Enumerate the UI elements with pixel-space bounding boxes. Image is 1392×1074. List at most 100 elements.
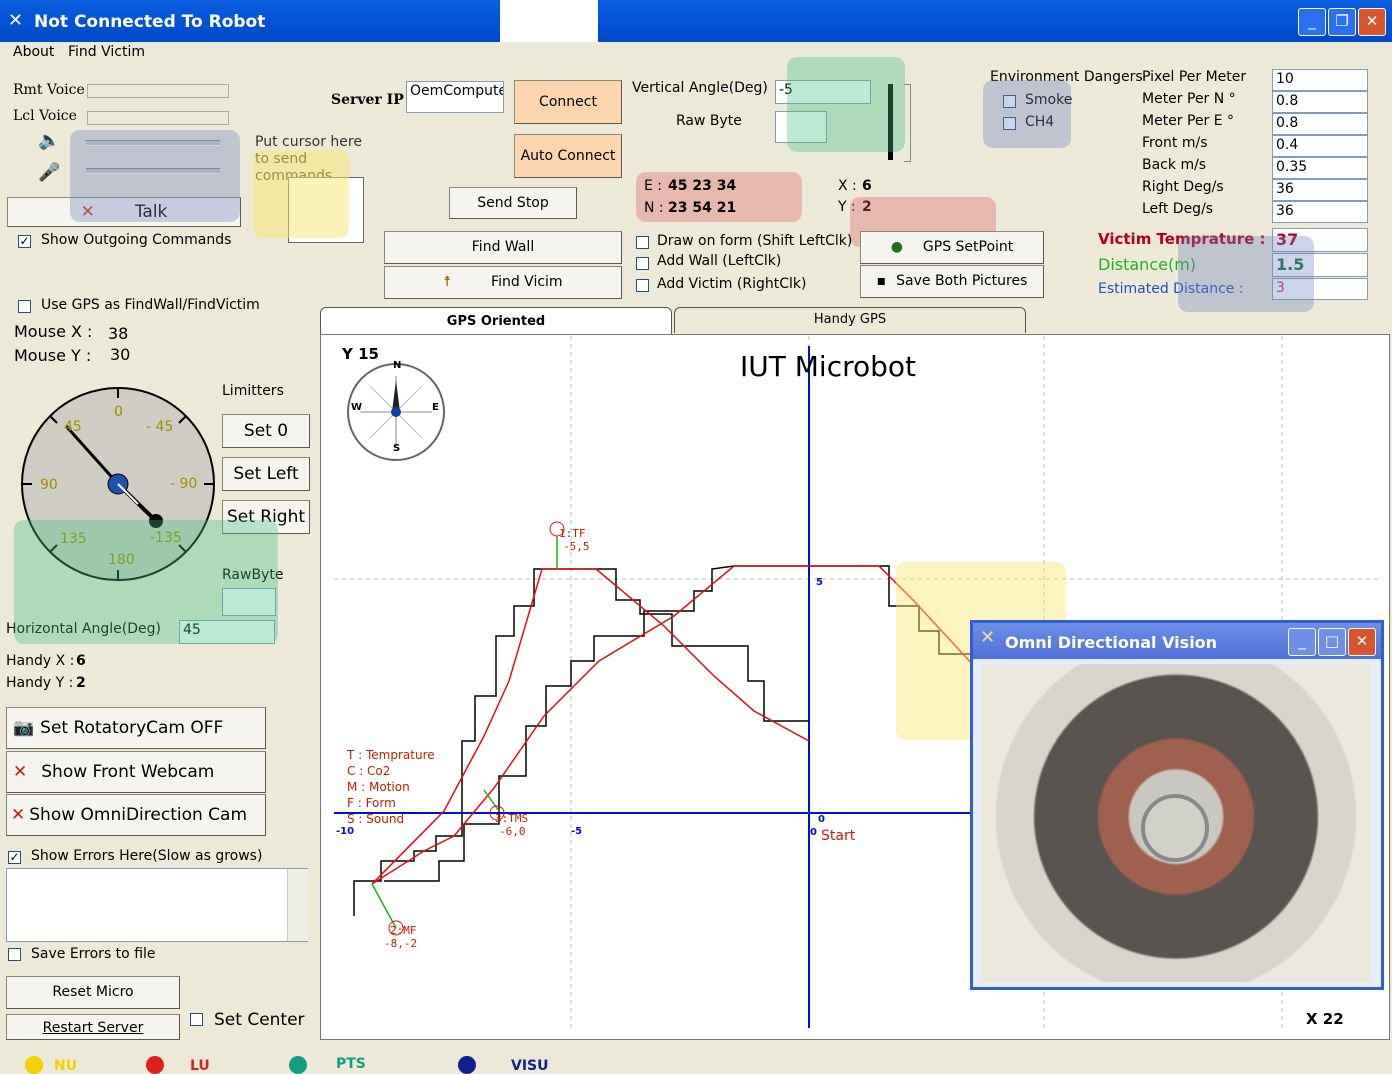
omni-cam-off-icon: ✕ [11, 805, 26, 825]
add-wall-checkbox[interactable] [636, 257, 649, 270]
globe-icon: ● [890, 239, 903, 255]
add-wall-label: Add Wall (LeftClk) [657, 253, 782, 269]
reset-micro-button[interactable]: Reset Micro [6, 976, 180, 1009]
param-input-5[interactable]: 36 [1272, 179, 1368, 201]
front-webcam-button[interactable]: ✕ Show Front Webcam [6, 751, 266, 793]
omni-minimize-icon[interactable]: _ [1288, 628, 1316, 656]
server-ip-input[interactable]: OemComputer [406, 81, 504, 113]
errors-scrollbar[interactable] [287, 869, 308, 941]
tab-gps-oriented[interactable]: GPS Oriented [320, 307, 672, 337]
compass-w: W [351, 402, 363, 413]
use-gps-checkbox[interactable] [18, 300, 31, 313]
marker-coord-3: -6,0 [499, 825, 526, 838]
param-label-6: Left Deg/s [1142, 201, 1214, 217]
tab-handy-gps[interactable]: Handy GPS [674, 307, 1026, 333]
status-label-visu: VISU [511, 1058, 549, 1074]
minimize-icon[interactable]: _ [1298, 8, 1326, 36]
param-label-4: Back m/s [1142, 157, 1207, 173]
gps-setpoint-button[interactable]: ● GPS SetPoint [860, 231, 1044, 264]
status-dot-pts [289, 1056, 307, 1074]
omni-camera-image [981, 664, 1371, 982]
restart-server-button[interactable]: Restart Server [6, 1014, 180, 1040]
param-input-4[interactable]: 0.35 [1272, 157, 1368, 179]
wall-path [353, 568, 809, 916]
draw-on-form-checkbox[interactable] [636, 236, 649, 249]
lcl-voice-label: Lcl Voice [13, 108, 77, 124]
set-left-button[interactable]: Set Left [222, 457, 310, 491]
blue-overlay-readings [1178, 236, 1314, 312]
connect-button[interactable]: Connect [514, 80, 622, 124]
omni-app-icon: ✕ [980, 627, 996, 648]
param-input-2[interactable]: 0.8 [1272, 113, 1368, 135]
green-overlay-angle [787, 57, 905, 152]
vertical-angle-label: Vertical Angle(Deg) [632, 80, 768, 96]
add-victim-checkbox[interactable] [636, 279, 649, 292]
find-victim-button[interactable]: ☨ Find Vicim [384, 266, 622, 299]
close-icon[interactable]: ✕ [1358, 8, 1386, 36]
handy-y-label: Handy Y : [6, 675, 74, 691]
param-input-6[interactable]: 36 [1272, 201, 1368, 223]
errors-textarea[interactable] [6, 868, 308, 942]
auto-connect-button[interactable]: Auto Connect [514, 134, 622, 178]
menu-about[interactable]: About [13, 44, 54, 60]
omni-cam-button[interactable]: ✕ Show OmniDirection Cam [6, 794, 266, 836]
set-center-checkbox[interactable] [190, 1013, 203, 1026]
legend-item-1: C : Co2 [347, 764, 391, 778]
param-input-1[interactable]: 0.8 [1272, 91, 1368, 113]
speaker-icon[interactable]: 🔈 [38, 130, 60, 151]
param-input-0[interactable]: 10 [1272, 69, 1368, 91]
gauge-tick-7: 45 [64, 419, 82, 435]
mouse-x-label: Mouse X : [14, 322, 93, 341]
rotatory-cam-button[interactable]: 📷 Set RotatoryCam OFF [6, 707, 266, 749]
legend-item-4: S : Sound [347, 812, 405, 826]
show-outgoing-checkbox[interactable] [18, 235, 31, 248]
param-label-0: Pixel Per Meter [1142, 69, 1247, 85]
save-errors-label: Save Errors to file [31, 946, 156, 962]
handy-x-label: Handy X : [6, 653, 75, 669]
draw-on-form-label: Draw on form (Shift LeftClk) [657, 233, 853, 249]
save-errors-checkbox[interactable] [8, 948, 21, 961]
show-outgoing-label: Show Outgoing Commands [41, 232, 232, 248]
omni-close-icon[interactable]: ✕ [1348, 628, 1376, 656]
find-wall-button[interactable]: Find Wall [384, 231, 622, 264]
omni-mirror-center [1141, 794, 1209, 862]
param-label-2: Meter Per E ° [1142, 113, 1235, 129]
status-label-pts: PTS [336, 1056, 366, 1072]
rmt-voice-meter [87, 84, 229, 98]
vertical-angle-track [904, 84, 911, 162]
legend-item-3: F : Form [347, 796, 396, 810]
plot-x-label: X 22 [1306, 1010, 1344, 1028]
axis-label-x0: 0 [818, 814, 825, 825]
compass-n: N [393, 360, 402, 371]
menu-find-victim[interactable]: Find Victim [68, 44, 145, 60]
mouse-y-value: 30 [110, 345, 131, 364]
camera-icon: 📷 [13, 718, 35, 738]
handy-y-value: 2 [76, 675, 86, 691]
legend-item-2: M : Motion [347, 780, 410, 794]
yellow-overlay-commands [253, 150, 349, 238]
plot-y-label: Y 15 [342, 345, 379, 363]
marker-code-1: 1:TF [559, 527, 586, 540]
set-0-button[interactable]: Set 0 [222, 414, 310, 448]
omni-window-title: Omni Directional Vision [1005, 633, 1218, 652]
restore-icon[interactable]: ❐ [1328, 8, 1356, 36]
param-label-1: Meter Per N ° [1142, 91, 1236, 107]
marker-coord-1: -5,5 [563, 540, 590, 553]
param-input-3[interactable]: 0.4 [1272, 135, 1368, 157]
param-label-5: Right Deg/s [1142, 179, 1224, 195]
omni-maximize-icon[interactable]: □ [1318, 628, 1346, 656]
raw-byte-label: Raw Byte [676, 113, 742, 129]
handy-x-value: 6 [76, 653, 86, 669]
compass-s: S [393, 443, 401, 454]
app-icon: ✕ [8, 10, 24, 31]
microphone-icon[interactable]: 🎤 [38, 162, 60, 183]
send-stop-button[interactable]: Send Stop [449, 187, 577, 219]
plot-title: IUT Microbot [740, 350, 916, 383]
webcam-off-icon: ✕ [13, 762, 28, 782]
green-overlay-gauge [14, 520, 278, 644]
marker-code-3: 3:TMS [495, 812, 529, 825]
start-label: Start [821, 828, 856, 844]
show-errors-checkbox[interactable] [8, 851, 21, 864]
floppy-disk-icon: ▪ [876, 273, 887, 289]
save-pictures-button[interactable]: ▪ Save Both Pictures [860, 265, 1044, 298]
